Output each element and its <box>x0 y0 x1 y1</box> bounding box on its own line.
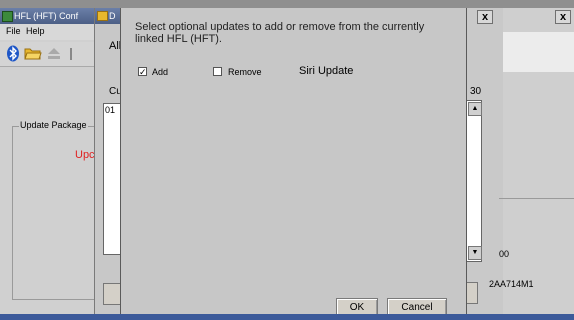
far-right-panel <box>503 32 574 72</box>
add-checkbox[interactable]: ✓ <box>138 67 147 77</box>
scroll-down-icon[interactable]: ▼ <box>468 246 482 260</box>
far-right-window: x 00 2AA714M1 <box>489 8 574 314</box>
close-icon[interactable]: x <box>477 10 493 24</box>
eject-icon[interactable] <box>46 47 62 60</box>
update-window-title: D <box>109 11 116 21</box>
add-label[interactable]: Add <box>152 67 168 77</box>
package-list-item[interactable]: 01 <box>105 105 115 115</box>
serial-number: 2AA714M1 <box>489 279 534 289</box>
value-30: 30 <box>470 86 482 97</box>
folder-icon <box>97 11 108 21</box>
remove-checkbox[interactable] <box>213 67 222 76</box>
optional-updates-dialog: Select optional updates to add or remove… <box>120 8 467 320</box>
scroll-up-icon[interactable]: ▲ <box>468 102 482 116</box>
remove-label[interactable]: Remove <box>228 67 262 77</box>
update-status-text: Upc <box>75 149 95 161</box>
menu-bar: File Help <box>0 24 102 40</box>
update-package-label: Update Package <box>19 120 88 130</box>
right-list[interactable]: ▲ ▼ <box>466 100 482 262</box>
taskbar <box>0 314 574 320</box>
hfl-window-titlebar[interactable]: HFL (HFT) Conf <box>0 8 102 24</box>
bluetooth-icon[interactable] <box>6 45 20 62</box>
right-window-button[interactable] <box>466 282 478 304</box>
toolbar <box>0 42 102 67</box>
far-right-group: 00 2AA714M1 <box>489 198 574 309</box>
menu-file[interactable]: File <box>6 26 21 36</box>
update-package-group: Update Package Upc <box>12 120 104 300</box>
update-name: Siri Update <box>299 65 354 77</box>
open-folder-icon[interactable] <box>24 46 42 60</box>
hfl-window-title: HFL (HFT) Conf <box>14 11 79 21</box>
close-icon[interactable]: x <box>555 10 571 24</box>
value-00: 00 <box>499 249 510 259</box>
hfl-config-window: HFL (HFT) Conf File Help Update Package … <box>0 8 104 314</box>
app-icon <box>2 11 13 22</box>
dialog-prompt: Select optional updates to add or remove… <box>135 21 425 45</box>
tool-icon[interactable] <box>66 47 76 61</box>
menu-help[interactable]: Help <box>26 26 45 36</box>
